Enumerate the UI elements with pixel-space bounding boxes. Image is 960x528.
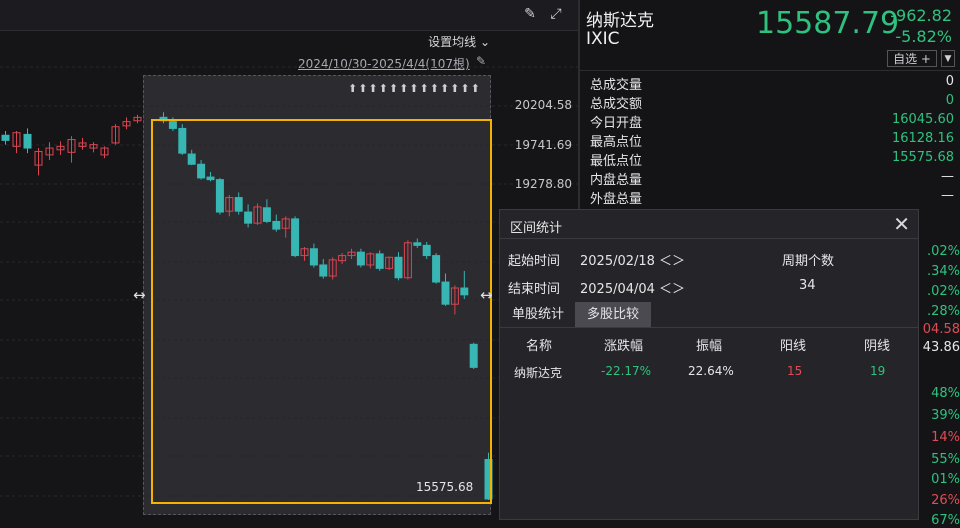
stock-code: IXIC <box>586 29 620 49</box>
stat-label: 外盘总量 <box>590 192 643 207</box>
stat-label: 总成交量 <box>590 78 643 93</box>
candle <box>45 142 54 161</box>
stat-value: 16128.16 <box>891 131 954 146</box>
start-time-label: 起始时间 <box>508 254 561 269</box>
candle <box>111 124 120 145</box>
candle <box>78 137 87 150</box>
range-low-label: 15575.68 <box>416 480 474 494</box>
last-price: 15587.79 <box>756 6 900 41</box>
row-change-pct: -22.17% <box>601 364 652 378</box>
price-change: -962.82 <box>890 6 952 25</box>
y-tick-label: 19741.69 <box>514 138 572 152</box>
selection-highlight-box <box>151 119 492 504</box>
end-time-value[interactable]: 2025/04/04 ＜＞ <box>580 278 685 297</box>
col-header-change: 涨跌幅 <box>604 339 644 354</box>
stat-label: 内盘总量 <box>590 173 643 188</box>
stat-row: 总成交量 0 <box>590 74 954 93</box>
period-count-value: 34 <box>799 278 816 293</box>
stat-row: 今日开盘 16045.60 <box>590 112 954 131</box>
tab-single-stock[interactable]: 单股统计 <box>502 302 574 327</box>
add-watchlist-button[interactable]: 自选 + <box>887 50 937 67</box>
watchlist-dropdown-button[interactable]: ▼ <box>941 50 955 67</box>
side-percent-value: .34% <box>926 264 960 279</box>
col-header-amplitude: 振幅 <box>696 339 723 354</box>
side-percent-value: .02% <box>926 244 960 259</box>
y-tick-label: 19278.80 <box>514 177 572 191</box>
candle <box>12 130 21 154</box>
side-percent-value: 04.58 <box>922 322 960 337</box>
candle <box>89 142 98 153</box>
candle <box>67 136 76 163</box>
stat-value: 0 <box>945 93 954 108</box>
dialog-title: 区间统计 <box>510 221 563 236</box>
stat-value: 0 <box>945 74 954 89</box>
row-down-count: 19 <box>870 364 886 378</box>
row-up-count: 15 <box>787 364 803 378</box>
tab-multi-stock[interactable]: 多股比较 <box>575 302 651 327</box>
candle <box>122 117 131 130</box>
kline-chart[interactable]: ✎ ⤢ 设置均线 ⌄ 2024/10/30-2025/4/4(107根) ✎ ⬆… <box>0 0 578 520</box>
stat-label: 最高点位 <box>590 135 643 150</box>
row-amplitude: 22.64% <box>688 364 734 378</box>
divider <box>580 70 960 71</box>
stat-row: 最高点位 16128.16 <box>590 131 954 150</box>
candle <box>133 114 142 124</box>
col-header-up: 阳线 <box>780 339 807 354</box>
price-change-pct: -5.82% <box>895 27 952 46</box>
stat-value: — <box>941 169 954 184</box>
candle <box>100 146 109 159</box>
row-name: 纳斯达克 <box>514 366 563 380</box>
interval-stats-dialog: 区间统计 ✕ 起始时间 2025/02/18 ＜＞ 周期个数 结束时间 2025… <box>499 209 919 520</box>
candle <box>23 128 32 154</box>
stat-label: 最低点位 <box>590 154 643 169</box>
end-time-label: 结束时间 <box>508 282 561 297</box>
divider <box>500 327 918 328</box>
start-time-value[interactable]: 2025/02/18 ＜＞ <box>580 250 685 269</box>
side-percent-value: 14% <box>931 430 960 445</box>
side-percent-value: 67% <box>931 513 960 528</box>
right-resize-handle[interactable]: ↔ <box>480 286 493 304</box>
col-header-down: 阴线 <box>864 339 891 354</box>
stat-row: 外盘总量 — <box>590 188 954 207</box>
divider <box>500 238 918 239</box>
side-percent-value: 55% <box>931 452 960 467</box>
side-percent-value: .28% <box>926 304 960 319</box>
left-resize-handle[interactable]: ↔ <box>133 286 146 304</box>
stat-row: 内盘总量 — <box>590 169 954 188</box>
col-header-name: 名称 <box>526 339 553 354</box>
side-percent-value: 26% <box>931 493 960 508</box>
y-tick-label: 20204.58 <box>514 98 572 112</box>
side-percent-value: 01% <box>931 472 960 487</box>
side-percent-value: 39% <box>931 408 960 423</box>
stat-row: 总成交额 0 <box>590 93 954 112</box>
candle <box>34 148 43 176</box>
stat-label: 今日开盘 <box>590 116 643 131</box>
candle <box>1 130 10 145</box>
side-percent-value: .02% <box>926 284 960 299</box>
side-percent-value: 43.86 <box>922 340 960 355</box>
stat-value: 16045.60 <box>891 112 954 127</box>
stock-name: 纳斯达克 <box>586 11 654 31</box>
stat-value: — <box>941 188 954 203</box>
period-count-label: 周期个数 <box>782 254 835 269</box>
side-percent-value: 48% <box>931 386 960 401</box>
candle <box>56 141 65 155</box>
selection-arrows: ⬆⬆⬆⬆⬆⬆⬆⬆⬆⬆⬆⬆⬆ <box>348 82 481 95</box>
close-icon[interactable]: ✕ <box>893 212 910 236</box>
stat-value: 15575.68 <box>891 150 954 165</box>
stat-row: 最低点位 15575.68 <box>590 150 954 169</box>
stat-label: 总成交额 <box>590 97 643 112</box>
